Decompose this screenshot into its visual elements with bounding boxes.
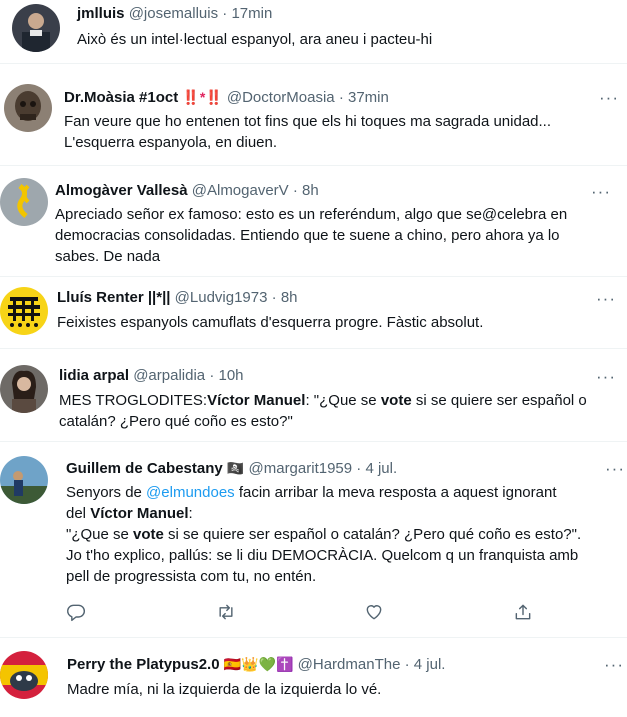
text-line: Això és un intel·lectual espanyol, ara a… — [77, 31, 433, 48]
avatar[interactable] — [0, 287, 48, 335]
tweet-header: Guillem de Cabestany 🏴‍☠️ @margarit1959 … — [66, 458, 397, 479]
more-icon[interactable]: ··· — [605, 460, 625, 477]
tweet-text: MES TROGLODITES:Víctor Manuel: "¿Que se … — [59, 390, 587, 432]
display-name[interactable]: Almogàver Vallesà — [55, 182, 188, 199]
text-line: Fan veure que ho entenen tot fins que el… — [64, 113, 552, 130]
timestamp[interactable]: 4 jul. — [414, 656, 446, 673]
text-line: Madre mía, ni la izquierda de la izquier… — [67, 681, 382, 698]
bold-segment: Víctor Manuel — [207, 392, 306, 409]
user-handle[interactable]: @josemalluis — [129, 5, 218, 22]
name-badges: 🏴‍☠️ — [226, 460, 245, 476]
display-name[interactable]: Dr.Moàsia #1oct — [64, 89, 178, 106]
more-icon[interactable]: ··· — [604, 656, 624, 673]
text-line: Jo t'ho explico, pallús: se li diu DEMOC… — [66, 547, 579, 564]
tweet-header: Almogàver Vallesà @AlmogaverV · 8h — [55, 181, 319, 201]
separator-dot: · — [338, 89, 344, 106]
user-handle[interactable]: @HardmanThe — [298, 656, 401, 673]
avatar[interactable] — [0, 651, 48, 699]
text-line: sabes. De nada — [55, 248, 161, 265]
avatar[interactable] — [4, 84, 52, 132]
text-line: L'esquerra espanyola, en diuen. — [64, 134, 278, 151]
tweet-header: Lluís Renter ||*|| @Ludvig1973 · 8h — [57, 288, 298, 308]
avatar[interactable] — [0, 456, 48, 504]
tweet-text: Senyors de @elmundoes facin arribar la m… — [66, 482, 581, 587]
tweet-1[interactable]: jmlluis @josemalluis · 17min Això és un … — [0, 0, 627, 63]
text-segment: "¿Que se — [66, 526, 134, 543]
tweet-text: Apreciado señor ex famoso: esto es un re… — [55, 204, 567, 267]
user-handle[interactable]: @margarit1959 — [249, 460, 353, 477]
display-name[interactable]: Guillem de Cabestany — [66, 460, 223, 477]
tweet-text: Feixistes espanyols camuflats d'esquerra… — [57, 312, 483, 333]
timestamp[interactable]: 8h — [281, 289, 298, 306]
like-icon[interactable] — [364, 602, 384, 622]
more-icon[interactable]: ··· — [596, 290, 616, 307]
retweet-icon[interactable] — [216, 602, 236, 622]
avatar[interactable] — [0, 365, 48, 413]
more-icon[interactable]: ··· — [591, 183, 611, 200]
display-name[interactable]: lidia arpal — [59, 367, 129, 384]
tweet-3[interactable]: Almogàver Vallesà @AlmogaverV · 8h ··· A… — [0, 166, 627, 276]
separator-dot: · — [404, 656, 410, 673]
separator-dot: · — [271, 289, 277, 306]
tweet-text: Madre mía, ni la izquierda de la izquier… — [67, 679, 381, 700]
tweet-7[interactable]: Perry the Platypus2.0 🇪🇸👑💚✝️ @HardmanThe… — [0, 638, 627, 717]
text-segment: del — [66, 505, 91, 522]
separator-dot: · — [222, 5, 228, 22]
text-segment: MES TROGLODITES: — [59, 392, 208, 409]
timestamp[interactable]: 8h — [302, 182, 319, 199]
timestamp[interactable]: 17min — [231, 5, 272, 22]
reply-icon[interactable] — [66, 602, 86, 622]
bold-segment: Víctor Manuel — [90, 505, 189, 522]
display-name[interactable]: Perry the Platypus2.0 — [67, 656, 220, 673]
share-icon[interactable] — [513, 602, 533, 622]
text-segment: si se quiere ser español o — [411, 392, 587, 409]
text-segment: : "¿Que se — [305, 392, 381, 409]
name-badges: ‼️*‼️ — [182, 89, 223, 105]
text-line: Apreciado señor ex famoso: esto es un re… — [55, 206, 568, 223]
mention-link[interactable]: @elmundoes — [146, 484, 235, 501]
user-handle[interactable]: @arpalidia — [133, 367, 205, 384]
text-segment: Senyors de — [66, 484, 147, 501]
tweet-header: jmlluis @josemalluis · 17min — [77, 4, 272, 24]
tweet-2[interactable]: Dr.Moàsia #1oct ‼️*‼️ @DoctorMoasia · 37… — [0, 64, 627, 160]
user-handle[interactable]: @AlmogaverV — [192, 182, 289, 199]
tweet-5[interactable]: lidia arpal @arpalidia · 10h ··· MES TRO… — [0, 349, 627, 441]
tweet-text: Això és un intel·lectual espanyol, ara a… — [77, 29, 432, 50]
tweet-header: Perry the Platypus2.0 🇪🇸👑💚✝️ @HardmanThe… — [67, 654, 445, 675]
more-icon[interactable]: ··· — [599, 89, 619, 106]
text-line: catalán? ¿Pero qué coño es esto?" — [59, 413, 293, 430]
tweet-4[interactable]: Lluís Renter ||*|| @Ludvig1973 · 8h ··· … — [0, 277, 627, 348]
separator-dot: · — [292, 182, 298, 199]
display-name[interactable]: Lluís Renter ||*|| — [57, 289, 170, 306]
text-segment: : — [188, 505, 193, 522]
display-name[interactable]: jmlluis — [77, 5, 125, 22]
text-line: Senyors de @elmundoes facin arribar la m… — [66, 482, 581, 503]
user-handle[interactable]: @Ludvig1973 — [175, 289, 268, 306]
avatar[interactable] — [0, 178, 48, 226]
bold-segment: vote — [380, 392, 412, 409]
timestamp[interactable]: 37min — [348, 89, 389, 106]
timestamp[interactable]: 4 jul. — [365, 460, 397, 477]
timestamp[interactable]: 10h — [218, 367, 243, 384]
tweet-header: lidia arpal @arpalidia · 10h — [59, 366, 244, 386]
text-line: Feixistes espanyols camuflats d'esquerra… — [57, 314, 484, 331]
more-icon[interactable]: ··· — [596, 368, 616, 385]
separator-dot: · — [209, 367, 215, 384]
avatar[interactable] — [12, 4, 60, 52]
text-segment: si se quiere ser español o catalán? ¿Per… — [163, 526, 582, 543]
text-line: del Víctor Manuel: — [66, 503, 581, 524]
text-line: "¿Que se vote si se quiere ser español o… — [66, 524, 581, 545]
tweet-header: Dr.Moàsia #1oct ‼️*‼️ @DoctorMoasia · 37… — [64, 87, 389, 108]
text-line: MES TROGLODITES:Víctor Manuel: "¿Que se … — [59, 390, 587, 411]
text-segment: facin arribar la meva resposta a aquest … — [234, 484, 557, 501]
text-line: democracias consolidadas. Entiendo que t… — [55, 227, 560, 244]
tweet-text: Fan veure que ho entenen tot fins que el… — [64, 111, 551, 153]
separator-dot: · — [356, 460, 362, 477]
name-badges: 🇪🇸👑💚✝️ — [223, 656, 294, 672]
bold-segment: vote — [133, 526, 164, 543]
tweet-6[interactable]: Guillem de Cabestany 🏴‍☠️ @margarit1959 … — [0, 442, 627, 634]
text-line: pell de progressista com tu, no entén. — [66, 568, 317, 585]
user-handle[interactable]: @DoctorMoasia — [227, 89, 335, 106]
